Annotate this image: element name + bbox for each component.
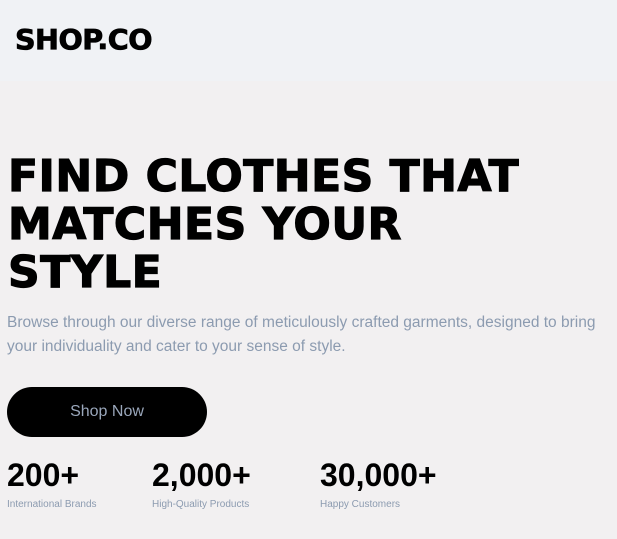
hero-title: FIND CLOTHES THAT MATCHES YOUR STYLE xyxy=(7,151,608,298)
stat-label: Happy Customers xyxy=(320,499,401,510)
hero-description: Browse through our diverse range of meti… xyxy=(7,314,596,355)
hero-section: FIND CLOTHES THAT MATCHES YOUR STYLE Bro… xyxy=(0,81,617,539)
stat-value: 30,000+ xyxy=(320,457,437,493)
hero-title-line: FIND CLOTHES THAT xyxy=(7,151,520,202)
stat-international-brands: 200+ International Brands xyxy=(7,455,97,511)
stat-value: 2,000+ xyxy=(152,457,251,493)
stat-label: High-Quality Products xyxy=(152,499,250,510)
shop-now-button[interactable]: Shop Now xyxy=(7,387,207,437)
stat-value: 200+ xyxy=(7,457,80,493)
stat-happy-customers: 30,000+ Happy Customers xyxy=(320,455,437,511)
site-header: SHOP.CO xyxy=(0,0,617,81)
hero-title-line: MATCHES YOUR xyxy=(7,199,402,250)
stat-label: International Brands xyxy=(7,499,97,510)
hero-title-line: STYLE xyxy=(7,247,163,298)
site-logo[interactable]: SHOP.CO xyxy=(15,22,153,58)
stat-high-quality-products: 2,000+ High-Quality Products xyxy=(152,455,251,511)
